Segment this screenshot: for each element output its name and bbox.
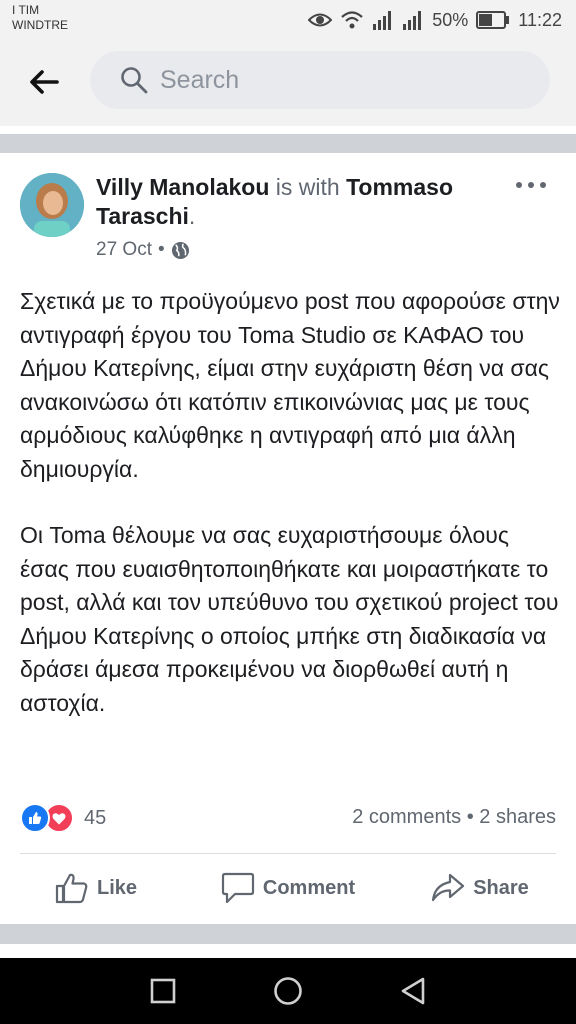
thumbs-up-icon [55,873,88,904]
system-nav-bar [0,958,576,1024]
globe-icon [171,241,189,259]
comment-bubble-icon [221,872,254,904]
share-arrow-icon [432,873,465,902]
arrow-left-icon [30,70,59,94]
meta-separator: • [157,239,165,260]
tagged-suffix: . [188,203,196,229]
recents-button[interactable] [143,971,183,1011]
more-dot-icon [516,182,522,188]
avatar[interactable] [20,173,84,237]
bottom-divider [0,924,576,944]
eye-icon [308,13,333,27]
signal-icon [403,11,422,30]
search-placeholder: Search [160,65,240,94]
triangle-back-icon [402,977,425,1005]
like-button[interactable]: Like [0,857,192,919]
reactions-summary[interactable]: 45 [20,803,106,833]
with-text: is with [269,174,347,200]
engagement-counts: 2 comments • 2 shares [352,806,556,829]
back-nav-button[interactable] [393,971,433,1011]
post-text: Σχετικά με το προϋγούμενο post που αφορο… [20,285,560,720]
share-label: Share [473,876,529,899]
wifi-icon [341,11,363,29]
more-options-button[interactable] [516,175,546,195]
post-paragraph: Σχετικά με το προϋγούμενο post που αφορο… [20,288,560,482]
battery-percent: 50% [432,9,469,30]
comments-count[interactable]: 2 comments [352,806,461,828]
square-icon [150,978,175,1004]
shares-count[interactable]: 2 shares [479,806,556,828]
post-paragraph: Οι Toma θέλουμε να σας ευχαριστήσουμε όλ… [20,522,559,716]
post-date[interactable]: 27 Oct [96,239,152,261]
status-bar: I TIM WINDTRE 50% 11:22 [0,0,576,42]
like-label: Like [96,876,138,899]
home-button[interactable] [268,971,308,1011]
author-name[interactable]: Villy Manolakou [96,174,269,200]
reaction-count: 45 [84,806,107,829]
signal-icon [373,11,392,30]
search-input[interactable]: Search [90,51,550,109]
more-dot-icon [528,182,534,188]
carrier-line-2: WINDTRE [12,18,68,32]
actions-divider [20,853,556,854]
status-time: 11:22 [518,9,562,30]
avatar-image [20,173,84,237]
top-divider [0,134,576,153]
status-icons: 50% 11:22 [308,9,562,31]
post-meta: 27 Oct • [96,239,190,261]
battery-icon [476,11,510,29]
magnifier-icon [121,67,148,94]
more-dot-icon [540,182,546,188]
like-reaction-icon [20,803,50,833]
comment-label: Comment [262,876,356,899]
top-bar: Search [0,42,576,126]
post-actions: Like Comment Share [0,857,576,919]
carrier-line-1: I TIM [12,3,40,17]
comment-button[interactable]: Comment [192,857,384,919]
carrier-label: I TIM WINDTRE [12,3,68,33]
counts-separator: • [461,806,480,828]
back-button[interactable] [26,66,62,98]
post-header: Villy Manolakou is with Tommaso Taraschi… [96,173,506,231]
circle-icon [274,977,302,1005]
share-button[interactable]: Share [384,857,576,919]
post-card: Villy Manolakou is with Tommaso Taraschi… [0,153,576,940]
